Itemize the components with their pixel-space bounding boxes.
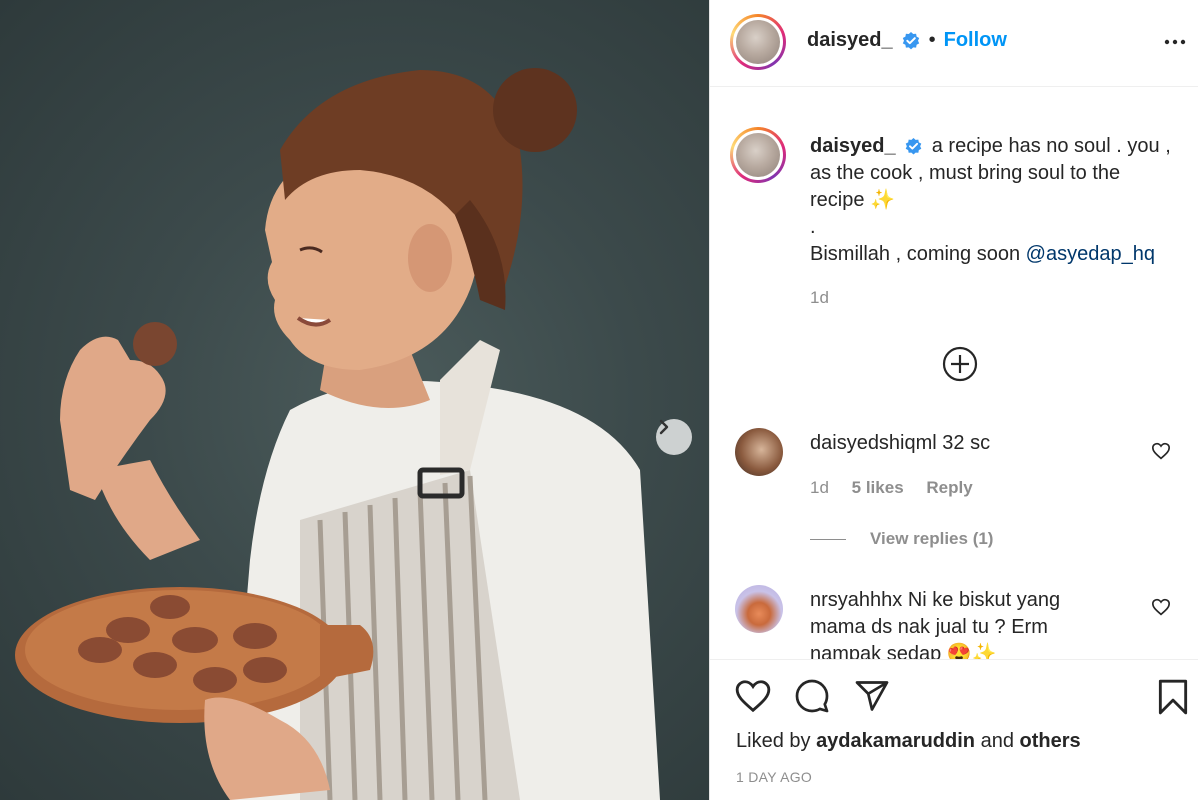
post-photo-illustration xyxy=(15,68,660,800)
caption-mention-link[interactable]: @asyedap_hq xyxy=(1026,243,1155,265)
next-photo-button[interactable] xyxy=(656,419,692,455)
comment-text-line-2: mama ds nak jual tu ? Erm xyxy=(810,616,1048,638)
caption-line-2: as the cook , must bring soul to the xyxy=(810,162,1121,184)
header-separator: • xyxy=(928,29,936,51)
caption-username[interactable]: daisyed_ xyxy=(810,135,896,157)
view-replies-button[interactable]: View replies (1) xyxy=(810,529,993,549)
comment-text: 32 sc xyxy=(936,432,991,454)
comment-item: nrsyahhhx Ni ke biskut yang mama ds nak … xyxy=(810,587,1110,659)
heart-icon[interactable] xyxy=(1151,598,1171,616)
heart-icon[interactable] xyxy=(734,678,772,714)
caption-author-avatar[interactable] xyxy=(730,127,786,183)
author-username[interactable]: daisyed_ xyxy=(807,29,893,52)
post-caption: daisyed_ a recipe has no soul . you , as… xyxy=(810,133,1180,268)
share-icon[interactable] xyxy=(854,678,890,714)
comment-username[interactable]: daisyedshiqml xyxy=(810,432,937,454)
heart-icon[interactable] xyxy=(1151,442,1171,460)
comment-avatar[interactable] xyxy=(735,585,783,633)
comment-time: 1d xyxy=(810,478,829,497)
add-circle-icon[interactable] xyxy=(941,345,979,383)
post-side-panel: daisyed_ • Follow daisyed_ a recipe has … xyxy=(709,0,1198,800)
caption-line-5: Bismillah , coming soon xyxy=(810,243,1026,265)
author-avatar[interactable] xyxy=(730,14,786,70)
verified-badge-icon xyxy=(902,31,919,49)
post-footer: Liked by aydakamaruddin and others 1 DAY… xyxy=(710,659,1198,801)
comment-avatar[interactable] xyxy=(735,428,783,476)
reply-button[interactable]: Reply xyxy=(926,478,972,497)
caption-line-1: a recipe has no soul . you , xyxy=(931,135,1171,157)
bookmark-icon[interactable] xyxy=(1156,678,1190,716)
caption-time: 1d xyxy=(810,288,829,307)
comment-item: daisyedshiqml 32 sc xyxy=(810,430,1140,457)
comment-text-line-3: nampak sedap 😍✨ xyxy=(810,643,997,659)
comments-scroll-area[interactable]: daisyed_ a recipe has no soul . you , as… xyxy=(710,87,1198,659)
comment-meta: 1d 5 likes Reply xyxy=(810,478,991,498)
comment-text-line-1: Ni ke biskut yang xyxy=(902,589,1061,611)
comment-username[interactable]: nrsyahhhx xyxy=(810,589,902,611)
post-header: daisyed_ • Follow xyxy=(710,0,1198,87)
post-photo xyxy=(0,0,709,800)
caption-line-3: recipe ✨ xyxy=(810,189,895,211)
comment-likes[interactable]: 5 likes xyxy=(852,478,904,497)
caption-line-4: . xyxy=(810,216,816,238)
liked-prefix: Liked by xyxy=(736,730,817,752)
liked-by-text: Liked by aydakamaruddin and others xyxy=(736,730,1081,753)
view-replies-divider xyxy=(810,538,846,540)
view-replies-label: View replies (1) xyxy=(870,529,994,548)
more-options-icon[interactable] xyxy=(1163,30,1187,54)
follow-button[interactable]: Follow xyxy=(944,29,1007,52)
liked-others-link[interactable]: others xyxy=(1020,730,1081,752)
post-timestamp[interactable]: 1 DAY AGO xyxy=(736,769,812,785)
comment-icon[interactable] xyxy=(794,678,830,714)
liked-and: and xyxy=(975,730,1020,752)
verified-badge-icon xyxy=(905,138,922,155)
chevron-right-icon xyxy=(659,419,669,435)
liked-by-user-link[interactable]: aydakamaruddin xyxy=(816,730,975,752)
